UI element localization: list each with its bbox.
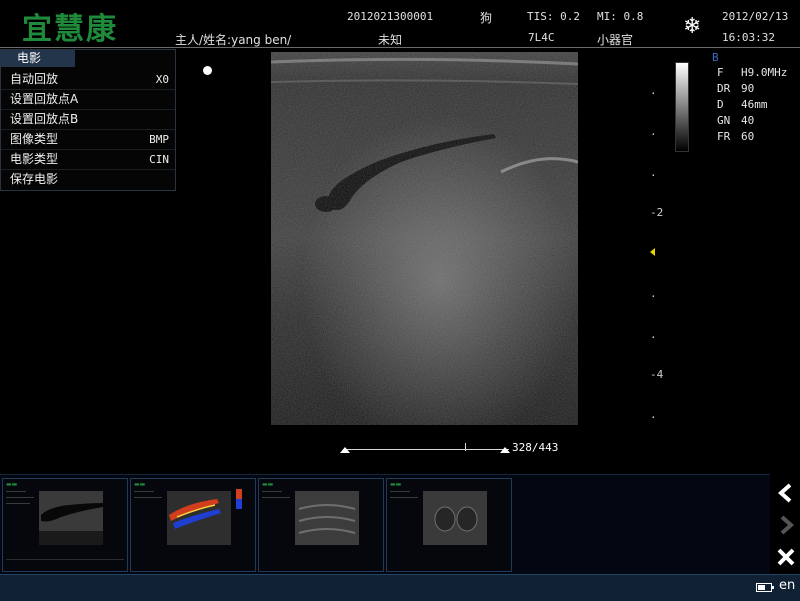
thumbnail-logo: ▬▬	[6, 481, 18, 488]
focus-marker[interactable]	[650, 248, 655, 256]
thumbnail-image	[39, 491, 103, 545]
owner-name-label: 主人/姓名:yang ben/	[175, 33, 292, 47]
battery-level	[758, 585, 765, 590]
cine-menu-title: 电影	[1, 50, 75, 67]
param-key: D	[717, 98, 724, 111]
cine-start-marker[interactable]	[340, 447, 350, 453]
depth-label: -4	[650, 368, 664, 381]
menu-item-image-type[interactable]: 图像类型 BMP	[1, 130, 175, 150]
param-key: F	[717, 66, 724, 79]
menu-item-label: 自动回放	[10, 72, 59, 86]
thumbnail-image	[423, 491, 487, 545]
patient-id: 2012021300001	[347, 10, 434, 23]
param-key: DR	[717, 82, 731, 95]
color-scale-icon	[236, 489, 242, 509]
close-icon	[777, 548, 795, 566]
menu-item-value: CIN	[149, 153, 169, 166]
menu-item-label: 图像类型	[10, 132, 59, 146]
thumbnail-1[interactable]: ▬▬	[2, 478, 128, 572]
exam-preset: 小器官	[597, 33, 634, 47]
menu-item-label: 保存电影	[10, 172, 59, 186]
snowflake-icon: ❄	[683, 14, 702, 39]
date-display: 2012/02/13	[722, 10, 789, 23]
thumbnail-strip: ▬▬ ▬▬ ▬▬ ▬▬	[0, 474, 770, 574]
depth-tick: .	[650, 84, 657, 97]
menu-item-auto-replay[interactable]: 自动回放 X0	[1, 70, 175, 90]
thumbnail-3[interactable]: ▬▬	[258, 478, 384, 572]
species-label: 狗	[480, 11, 493, 25]
depth-tick: .	[650, 166, 657, 179]
close-thumbnails-button[interactable]	[772, 543, 800, 571]
depth-tick: .	[650, 328, 657, 341]
param-value: H9.0MHz	[741, 66, 788, 79]
thumbnail-image	[167, 491, 231, 545]
next-page-button[interactable]	[772, 511, 800, 539]
menu-item-cine-type[interactable]: 电影类型 CIN	[1, 150, 175, 170]
param-value: 46mm	[741, 98, 768, 111]
param-value: 40	[741, 114, 755, 127]
param-key: FR	[717, 130, 731, 143]
chevron-right-icon	[780, 515, 795, 535]
depth-tick: .	[650, 408, 657, 421]
chevron-left-icon	[777, 483, 792, 503]
depth-tick: .	[650, 287, 657, 300]
mi-value: MI: 0.8	[597, 10, 644, 23]
menu-item-value: BMP	[149, 133, 169, 146]
param-value: 90	[741, 82, 755, 95]
status-bar	[0, 574, 800, 601]
probe-name: 7L4C	[528, 31, 555, 44]
menu-item-label: 设置回放点B	[10, 112, 79, 126]
ultrasound-image[interactable]	[271, 52, 578, 425]
prev-page-button[interactable]	[772, 479, 800, 507]
cine-menu: 电影 自动回放 X0 设置回放点A 设置回放点B 图像类型 BMP 电影类型 C…	[0, 49, 176, 191]
app-logo: 宜慧康	[22, 12, 118, 47]
thumbnail-logo: ▬▬	[262, 481, 274, 488]
thumbnail-2[interactable]: ▬▬	[130, 478, 256, 572]
header-divider	[0, 47, 800, 48]
menu-item-label: 电影类型	[10, 152, 59, 166]
battery-icon	[756, 583, 774, 592]
menu-item-value: X0	[155, 73, 169, 86]
thumbnail-4[interactable]: ▬▬	[386, 478, 512, 572]
cine-frame-count: 328/443	[512, 441, 559, 454]
thumbnail-image	[295, 491, 359, 545]
depth-label: -2	[650, 206, 664, 219]
orientation-marker	[203, 66, 212, 75]
cine-end-marker[interactable]	[500, 447, 510, 453]
param-key: GN	[717, 114, 731, 127]
thumbnail-logo: ▬▬	[134, 481, 146, 488]
imaging-mode: B	[712, 51, 719, 64]
cine-slider-thumb[interactable]	[465, 443, 466, 451]
menu-item-save-cine[interactable]: 保存电影	[1, 170, 175, 189]
param-value: 60	[741, 130, 755, 143]
tis-value: TIS: 0.2	[527, 10, 580, 23]
thumbnail-logo: ▬▬	[390, 481, 402, 488]
grayscale-bar	[675, 62, 689, 152]
menu-item-set-point-a[interactable]: 设置回放点A	[1, 90, 175, 110]
menu-item-set-point-b[interactable]: 设置回放点B	[1, 110, 175, 130]
time-display: 16:03:32	[722, 31, 775, 44]
depth-tick: .	[650, 125, 657, 138]
menu-item-label: 设置回放点A	[10, 92, 79, 106]
input-language[interactable]: en	[779, 578, 795, 593]
cine-slider-track[interactable]	[343, 449, 509, 450]
unknown-field: 未知	[378, 33, 403, 47]
